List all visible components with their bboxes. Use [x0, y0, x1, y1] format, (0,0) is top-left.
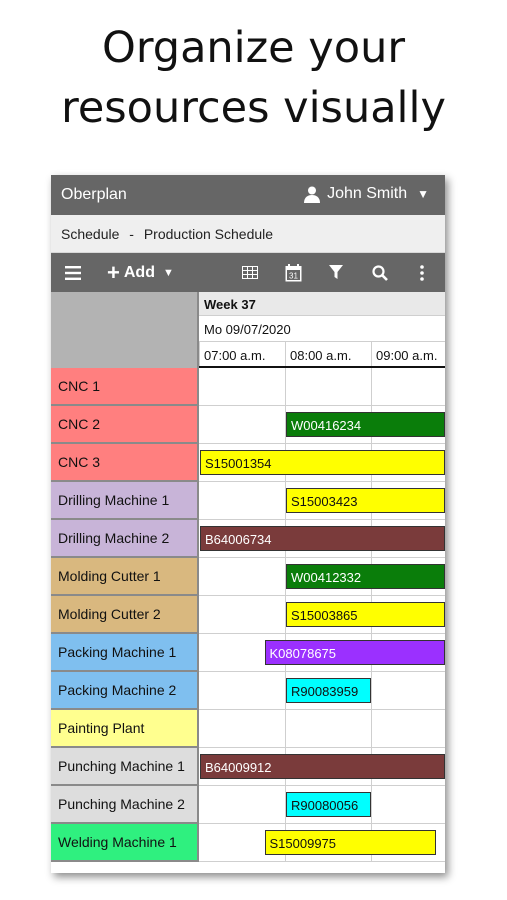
task-bar[interactable]: S15009975 — [264, 830, 436, 855]
headline: Organize your resources visually — [0, 18, 507, 138]
resource-row-label[interactable]: Drilling Machine 1 — [51, 482, 197, 520]
app-screen: Oberplan John Smith ▼ Schedule - Product… — [51, 175, 445, 873]
breadcrumb: Schedule - Production Schedule — [51, 215, 445, 253]
task-bar[interactable]: S15003865 — [286, 602, 445, 627]
resource-row-label[interactable]: CNC 3 — [51, 444, 197, 482]
svg-text:31: 31 — [289, 271, 298, 280]
resource-row-label[interactable]: CNC 1 — [51, 368, 197, 406]
add-button[interactable]: + Add ▼ — [107, 253, 174, 292]
task-bar[interactable]: B64009912 — [200, 754, 445, 779]
user-icon — [304, 186, 321, 203]
resource-row-label[interactable]: Packing Machine 2 — [51, 672, 197, 710]
task-bar[interactable]: R90083959 — [286, 678, 371, 703]
resource-row-label[interactable]: Punching Machine 2 — [51, 786, 197, 824]
headline-line-1: Organize your — [102, 23, 405, 73]
day-header: Mo 09/07/2020 — [199, 316, 445, 342]
grid-corner — [51, 292, 199, 368]
search-icon[interactable] — [369, 253, 391, 292]
schedule-row[interactable] — [199, 368, 445, 406]
hour-header: 08:00 a.m. — [285, 342, 371, 368]
resource-column-divider — [197, 368, 199, 862]
schedule-grid: Week 37 Mo 09/07/2020 07:00 a.m. 08:00 a… — [51, 292, 445, 873]
breadcrumb-section[interactable]: Schedule — [61, 226, 119, 242]
task-bar[interactable]: S15003423 — [286, 488, 445, 513]
plus-icon: + — [107, 259, 120, 285]
resource-row-label[interactable]: Punching Machine 1 — [51, 748, 197, 786]
chevron-down-icon: ▼ — [417, 187, 429, 201]
app-title: Oberplan — [61, 186, 127, 203]
task-bar[interactable]: B64006734 — [200, 526, 445, 551]
task-bar[interactable]: W00412332 — [286, 564, 445, 589]
resource-row-label[interactable]: Molding Cutter 1 — [51, 558, 197, 596]
add-label: Add — [123, 263, 155, 281]
schedule-row[interactable] — [199, 710, 445, 748]
toolbar: + Add ▼ 31 — [51, 253, 445, 292]
calendar-icon[interactable]: 31 — [282, 253, 304, 292]
headline-line-2: resources visually — [61, 83, 446, 133]
resource-row-label[interactable]: CNC 2 — [51, 406, 197, 444]
breadcrumb-separator: - — [129, 226, 134, 242]
chevron-down-icon: ▼ — [162, 266, 174, 279]
grid-view-icon[interactable] — [239, 253, 261, 292]
week-header: Week 37 — [199, 292, 445, 316]
more-vertical-icon[interactable] — [413, 253, 431, 292]
resource-row-label[interactable]: Welding Machine 1 — [51, 824, 197, 862]
hour-header: 09:00 a.m. — [371, 342, 445, 368]
resource-row-label[interactable]: Packing Machine 1 — [51, 634, 197, 672]
resource-row-label[interactable]: Molding Cutter 2 — [51, 596, 197, 634]
filter-icon[interactable] — [325, 253, 347, 292]
user-menu[interactable]: John Smith ▼ — [303, 185, 429, 203]
resource-row-label[interactable]: Painting Plant — [51, 710, 197, 748]
task-bar[interactable]: K08078675 — [264, 640, 445, 665]
app-bar: Oberplan John Smith ▼ — [51, 175, 445, 215]
user-name: John Smith — [327, 185, 408, 202]
task-bar[interactable]: R90080056 — [286, 792, 371, 817]
hour-header: 07:00 a.m. — [199, 342, 285, 368]
task-bar[interactable]: S15001354 — [200, 450, 445, 475]
resource-row-label[interactable]: Drilling Machine 2 — [51, 520, 197, 558]
breadcrumb-page: Production Schedule — [143, 226, 274, 242]
task-bar[interactable]: W00416234 — [286, 412, 445, 437]
hamburger-icon[interactable] — [61, 253, 85, 292]
